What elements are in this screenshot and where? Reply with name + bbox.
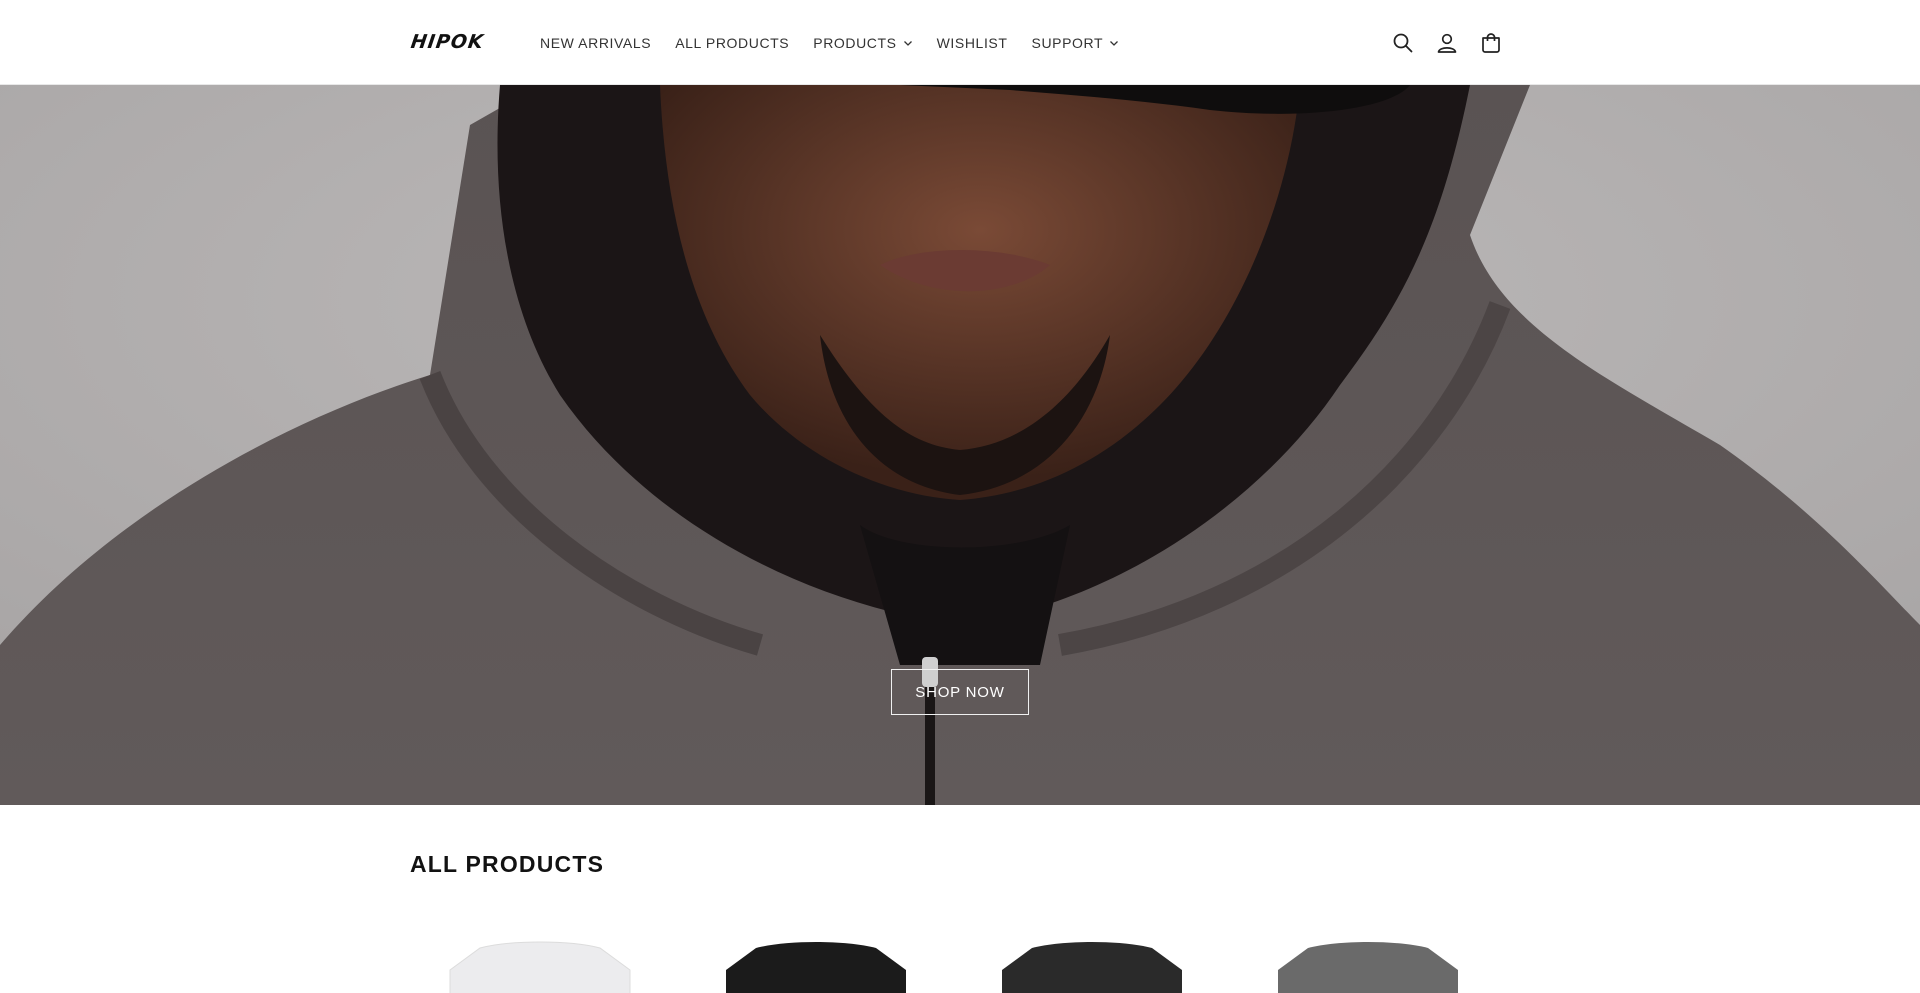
tshirt-shape: [1278, 942, 1458, 993]
nav-products-dropdown[interactable]: PRODUCTS: [801, 23, 924, 63]
nav-label: PRODUCTS: [813, 34, 897, 51]
main-nav: NEW ARRIVALS ALL PRODUCTS PRODUCTS WISHL…: [528, 0, 1131, 85]
account-icon: [1437, 33, 1457, 53]
nav-new-arrivals[interactable]: NEW ARRIVALS: [528, 23, 663, 63]
tshirt-image: [726, 942, 906, 993]
product-card[interactable]: [1238, 940, 1500, 993]
search-icon: [1393, 33, 1413, 52]
product-card[interactable]: [962, 940, 1224, 993]
nav-label: NEW ARRIVALS: [540, 34, 652, 51]
product-card[interactable]: [686, 940, 948, 993]
nav-all-products[interactable]: ALL PRODUCTS: [663, 23, 801, 63]
hipok-logo[interactable]: HIPOK: [409, 31, 485, 53]
shop-now-button[interactable]: SHOP NOW: [891, 669, 1029, 715]
tshirt-shape: [1002, 942, 1182, 993]
cart-icon: [1482, 32, 1500, 53]
nav-label: SUPPORT: [1031, 34, 1104, 51]
site-header: HIPOK NEW ARRIVALS ALL PRODUCTS PRODUCTS…: [0, 0, 1920, 85]
tshirt-shape: [449, 941, 631, 993]
product-card[interactable]: [410, 940, 672, 993]
tshirt-image: [449, 941, 631, 993]
chevron-down-icon: [1110, 40, 1119, 46]
tshirt-image: [1278, 942, 1458, 993]
tshirt-image: [1002, 942, 1182, 993]
nav-label: WISHLIST: [936, 34, 1008, 51]
product-grid: [410, 940, 1510, 993]
cart-button[interactable]: [1476, 28, 1506, 58]
header-icons: [1388, 0, 1506, 85]
account-button[interactable]: [1432, 28, 1462, 58]
nav-wishlist[interactable]: WISHLIST: [925, 23, 1020, 63]
tshirt-shape: [726, 942, 906, 993]
hero-banner: SHOP NOW: [0, 85, 1920, 805]
section-title: ALL PRODUCTS: [410, 851, 605, 877]
chevron-down-icon: [903, 40, 912, 46]
nav-label: ALL PRODUCTS: [675, 34, 790, 51]
search-button[interactable]: [1388, 28, 1418, 58]
nav-support-dropdown[interactable]: SUPPORT: [1020, 23, 1132, 63]
